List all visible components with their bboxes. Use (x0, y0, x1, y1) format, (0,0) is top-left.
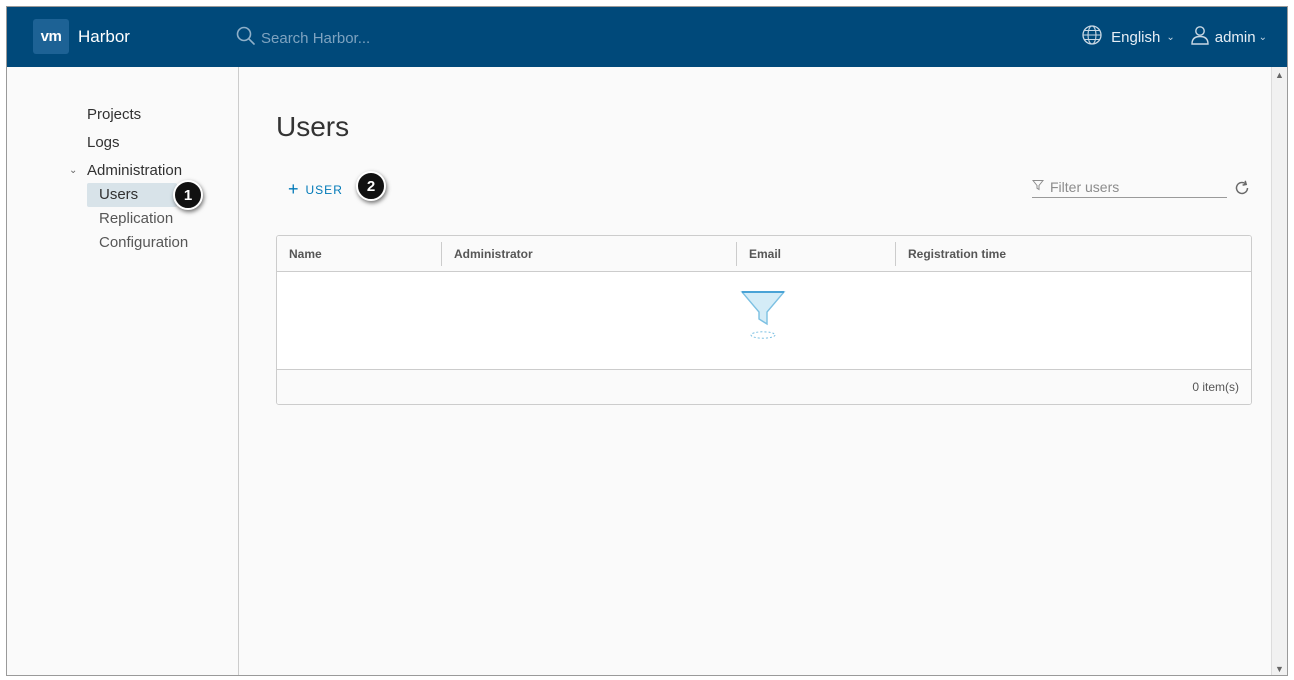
vertical-scrollbar[interactable]: ▲ ▼ (1271, 67, 1287, 675)
browser-window: vm Harbor Search Harbor... English ⌄ adm… (6, 6, 1288, 676)
add-user-label: USER (305, 182, 343, 197)
search-input[interactable]: Search Harbor... (261, 30, 370, 47)
filter-users-input[interactable]: Filter users (1031, 177, 1227, 198)
header-actions: English ⌄ admin ⌄ (1081, 24, 1267, 50)
global-search[interactable]: Search Harbor... (235, 25, 370, 52)
globe-icon (1081, 24, 1103, 50)
column-header-name[interactable]: Name (277, 236, 322, 272)
callout-badge: 2 (356, 171, 386, 201)
brand[interactable]: vm Harbor (33, 19, 130, 54)
column-header-email[interactable]: Email (737, 236, 781, 272)
user-name: admin (1214, 28, 1256, 46)
language-label: English (1111, 28, 1161, 46)
empty-funnel-icon (739, 288, 787, 349)
filter-placeholder: Filter users (1050, 179, 1120, 195)
column-header-administrator[interactable]: Administrator (442, 236, 533, 272)
users-datagrid: Name Administrator Email Registration ti… (276, 235, 1252, 405)
callout-badge: 1 (173, 180, 203, 210)
app-name: Harbor (78, 26, 130, 46)
user-icon (1189, 24, 1211, 50)
vmware-logo: vm (33, 19, 69, 54)
datagrid-footer: 0 item(s) (277, 369, 1251, 404)
item-count: 0 item(s) (1192, 380, 1239, 394)
plus-icon: + (288, 179, 300, 199)
sidebar-item-logs[interactable]: Logs (87, 134, 120, 151)
datagrid-header: Name Administrator Email Registration ti… (277, 236, 1251, 272)
chevron-down-icon[interactable]: ⌄ (69, 165, 77, 176)
sidebar-item-configuration[interactable]: Configuration (99, 234, 188, 251)
scroll-down-icon[interactable]: ▼ (1275, 664, 1284, 674)
user-menu[interactable]: admin ⌄ (1189, 24, 1267, 50)
language-dropdown[interactable]: English ⌄ (1081, 24, 1175, 50)
column-header-registration-time[interactable]: Registration time (896, 236, 1006, 272)
page-title: Users (276, 111, 350, 142)
filter-icon (1031, 178, 1045, 196)
search-icon (235, 25, 257, 52)
sidebar-item-users[interactable]: Users (99, 186, 138, 203)
top-header: vm Harbor Search Harbor... English ⌄ adm… (7, 7, 1287, 67)
sidebar: Projects Logs ⌄ Administration Users Rep… (7, 67, 239, 675)
main-content: Users + USER 2 Filter users Name Adminis… (240, 67, 1273, 675)
sidebar-item-administration[interactable]: Administration (87, 162, 182, 179)
sidebar-item-projects[interactable]: Projects (87, 106, 141, 123)
add-user-button[interactable]: + USER (288, 179, 343, 200)
refresh-icon[interactable] (1233, 179, 1251, 202)
sidebar-item-replication[interactable]: Replication (99, 210, 173, 227)
chevron-down-icon: ⌄ (1258, 31, 1267, 43)
chevron-down-icon: ⌄ (1166, 31, 1175, 43)
scroll-up-icon[interactable]: ▲ (1275, 70, 1284, 80)
